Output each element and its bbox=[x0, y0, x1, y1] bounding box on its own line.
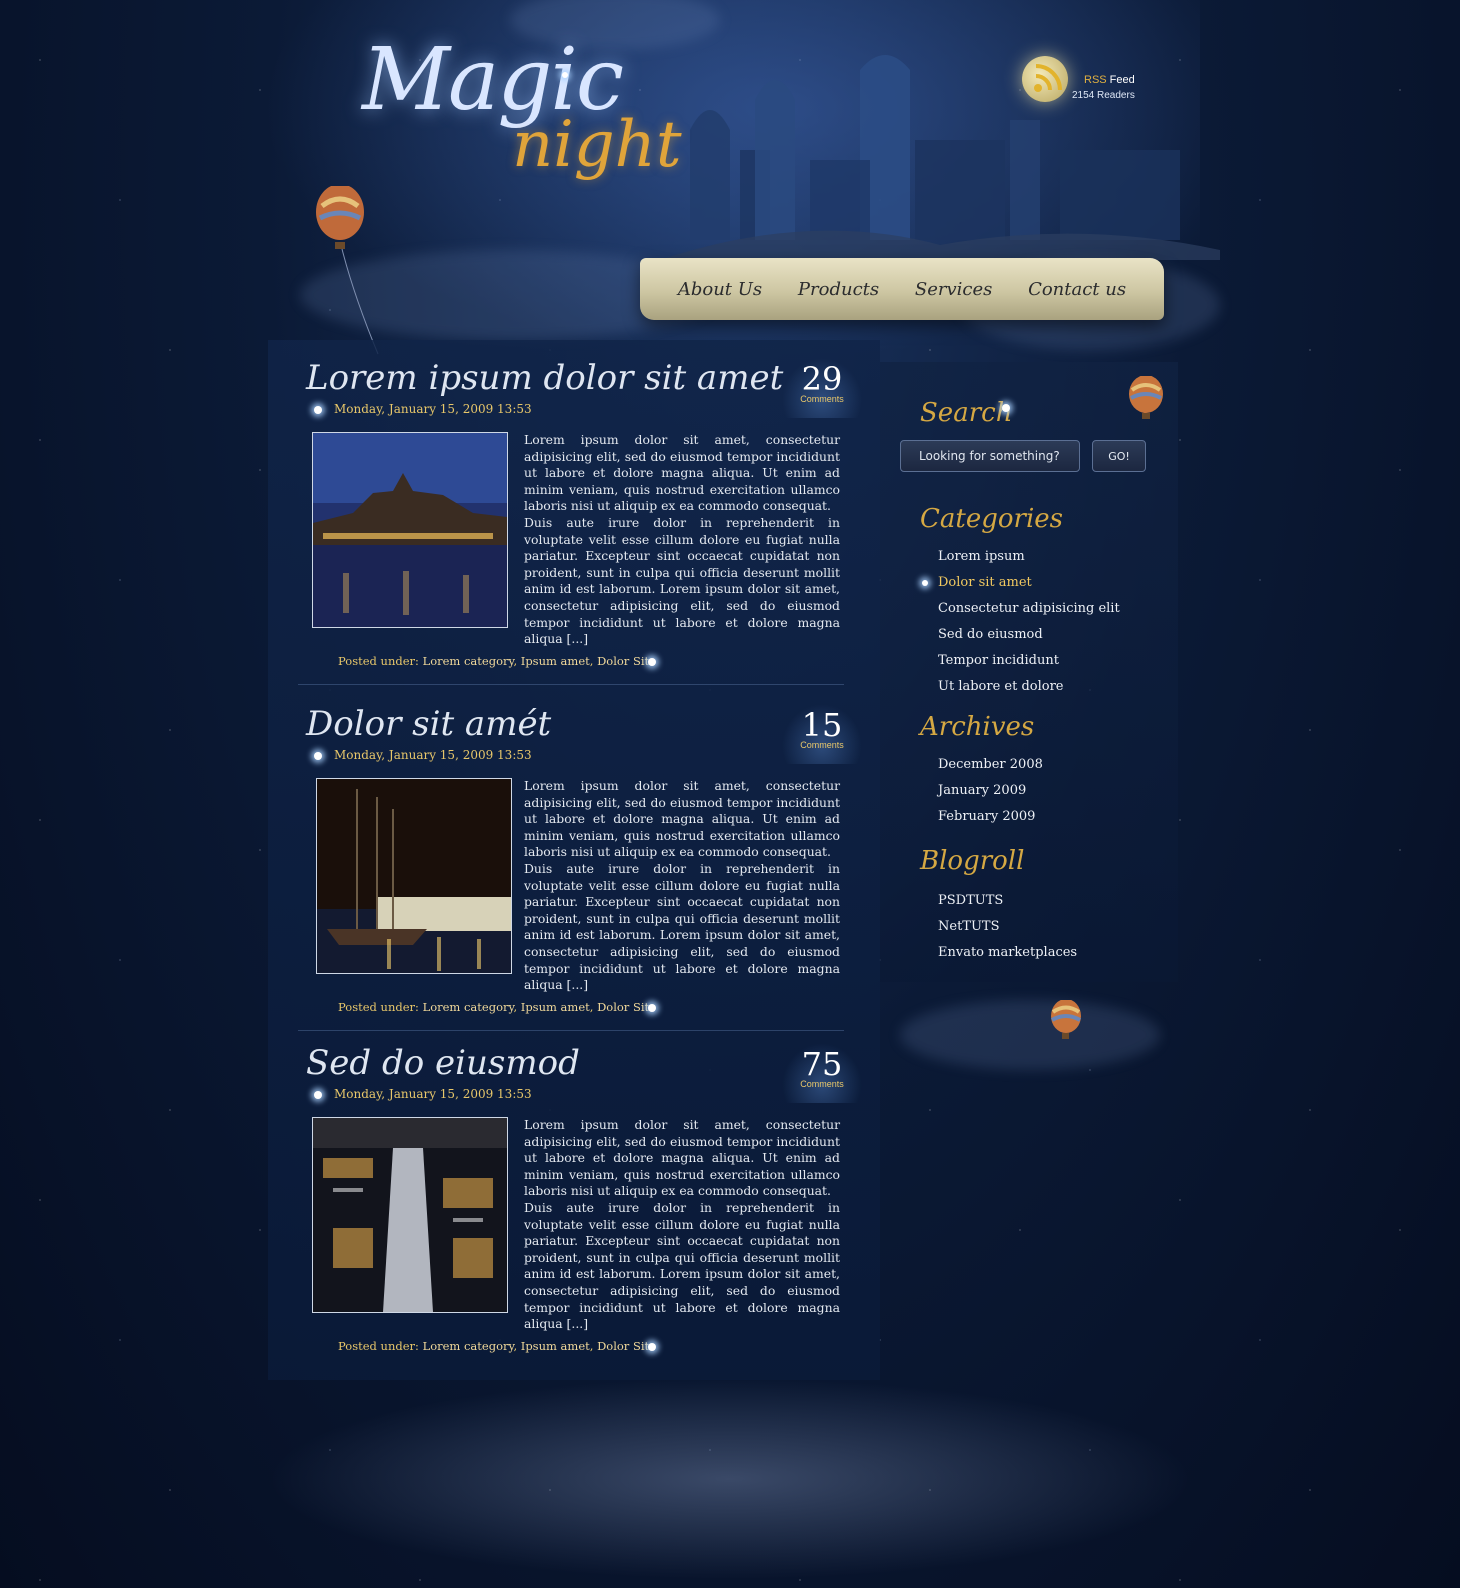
sparkle-star bbox=[562, 72, 568, 78]
search-title: Search bbox=[920, 398, 1013, 428]
comment-count: 15 bbox=[801, 706, 843, 744]
tags-star-icon bbox=[648, 1343, 656, 1351]
bottom-clouds-glow bbox=[230, 1370, 1230, 1588]
rss-readers-count: 2154 Readers bbox=[1072, 90, 1135, 101]
post-thumbnail-ship-harbor[interactable] bbox=[316, 778, 512, 974]
main-content: Lorem ipsum dolor sit amet Monday, Janua… bbox=[268, 340, 880, 1380]
post-title[interactable]: Lorem ipsum dolor sit amet bbox=[306, 358, 783, 398]
category-item[interactable]: Sed do eiusmod bbox=[938, 622, 1120, 648]
nav-about-us[interactable]: About Us bbox=[678, 279, 762, 300]
tag-link[interactable]: Dolor Sit bbox=[597, 1339, 649, 1353]
rss-icon bbox=[1034, 64, 1062, 92]
comment-count: 75 bbox=[801, 1045, 843, 1083]
date-star-icon bbox=[314, 752, 322, 760]
sparkle-star bbox=[1002, 404, 1010, 412]
tag-link[interactable]: Dolor Sit bbox=[597, 654, 649, 668]
post-divider bbox=[298, 1030, 844, 1031]
date-star-icon bbox=[314, 406, 322, 414]
tags-star-icon bbox=[648, 1004, 656, 1012]
blogroll-title: Blogroll bbox=[920, 846, 1025, 876]
tag-link[interactable]: Lorem category bbox=[423, 1000, 514, 1014]
category-item[interactable]: Ut labore et dolore bbox=[938, 674, 1120, 700]
category-item[interactable]: Tempor incididunt bbox=[938, 648, 1120, 674]
post-title[interactable]: Sed do eiusmod bbox=[306, 1043, 580, 1083]
hot-air-balloon-left bbox=[316, 186, 379, 355]
post-tags: Posted under: Lorem category, Ipsum amet… bbox=[338, 654, 650, 668]
moon-icon bbox=[1022, 56, 1068, 102]
comment-count-badge[interactable]: 29 Comments bbox=[782, 358, 862, 418]
comment-label: Comments bbox=[800, 1079, 844, 1089]
search-input[interactable] bbox=[900, 440, 1080, 472]
tags-star-icon bbox=[648, 658, 656, 666]
comment-count-badge[interactable]: 75 Comments bbox=[782, 1043, 862, 1103]
comment-count: 29 bbox=[801, 360, 843, 398]
search-go-button[interactable]: GO! bbox=[1092, 440, 1146, 472]
tag-link[interactable]: Lorem category bbox=[423, 1339, 514, 1353]
blogroll-list: PSDTUTS NetTUTS Envato marketplaces bbox=[938, 888, 1077, 966]
tag-link[interactable]: Ipsum amet bbox=[521, 1339, 590, 1353]
blogroll-item[interactable]: Envato marketplaces bbox=[938, 940, 1077, 966]
archives-list: December 2008 January 2009 February 2009 bbox=[938, 752, 1043, 830]
post-thumbnail-city-aerial[interactable] bbox=[312, 1117, 508, 1313]
cloud bbox=[900, 1000, 1160, 1070]
main-nav-scroll: About Us Products Services Contact us bbox=[640, 258, 1164, 320]
site-logo[interactable]: Magic night bbox=[362, 30, 682, 230]
tag-link[interactable]: Ipsum amet bbox=[521, 1000, 590, 1014]
categories-title: Categories bbox=[920, 504, 1063, 534]
date-star-icon bbox=[314, 1091, 322, 1099]
post-date: Monday, January 15, 2009 13:53 bbox=[334, 748, 532, 762]
post-date: Monday, January 15, 2009 13:53 bbox=[334, 402, 532, 416]
archive-item[interactable]: February 2009 bbox=[938, 804, 1043, 830]
blogroll-item[interactable]: NetTUTS bbox=[938, 914, 1077, 940]
hot-air-balloon-right-bottom bbox=[1051, 1000, 1081, 1039]
comment-count-badge[interactable]: 15 Comments bbox=[782, 704, 862, 764]
categories-list: Lorem ipsum Dolor sit amet Consectetur a… bbox=[938, 544, 1120, 700]
sidebar: Search GO! Categories Lorem ipsum Dolor … bbox=[880, 362, 1178, 982]
category-item[interactable]: Consectetur adipisicing elit bbox=[938, 596, 1120, 622]
post-excerpt: Lorem ipsum dolor sit amet, consectetur … bbox=[524, 432, 840, 647]
post-tags: Posted under: Lorem category, Ipsum amet… bbox=[338, 1000, 650, 1014]
comment-label: Comments bbox=[800, 394, 844, 404]
category-item[interactable]: Lorem ipsum bbox=[938, 544, 1120, 570]
category-item-active[interactable]: Dolor sit amet bbox=[938, 570, 1120, 596]
post-title[interactable]: Dolor sit amét bbox=[306, 704, 551, 744]
blogroll-item[interactable]: PSDTUTS bbox=[938, 888, 1077, 914]
hot-air-balloon-right-top bbox=[1129, 376, 1163, 419]
nav-services[interactable]: Services bbox=[915, 279, 992, 300]
comment-label: Comments bbox=[800, 740, 844, 750]
nav-products[interactable]: Products bbox=[798, 279, 879, 300]
tag-link[interactable]: Ipsum amet bbox=[521, 654, 590, 668]
tag-link[interactable]: Lorem category bbox=[423, 654, 514, 668]
rss-label: RSS Feed bbox=[1084, 74, 1135, 86]
archive-item[interactable]: January 2009 bbox=[938, 778, 1043, 804]
post-date: Monday, January 15, 2009 13:53 bbox=[334, 1087, 532, 1101]
rss-feed[interactable]: RSS Feed 2154 Readers bbox=[1022, 40, 1172, 120]
post-excerpt: Lorem ipsum dolor sit amet, consectetur … bbox=[524, 1117, 840, 1332]
post-divider bbox=[298, 684, 844, 685]
tag-link[interactable]: Dolor Sit bbox=[597, 1000, 649, 1014]
active-category-star-icon bbox=[922, 580, 928, 586]
nav-contact-us[interactable]: Contact us bbox=[1028, 279, 1126, 300]
post-thumbnail-castle-night[interactable] bbox=[312, 432, 508, 628]
post-excerpt: Lorem ipsum dolor sit amet, consectetur … bbox=[524, 778, 840, 993]
logo-word-night: night bbox=[512, 108, 682, 182]
archives-title: Archives bbox=[920, 712, 1035, 742]
archive-item[interactable]: December 2008 bbox=[938, 752, 1043, 778]
post-tags: Posted under: Lorem category, Ipsum amet… bbox=[338, 1339, 650, 1353]
